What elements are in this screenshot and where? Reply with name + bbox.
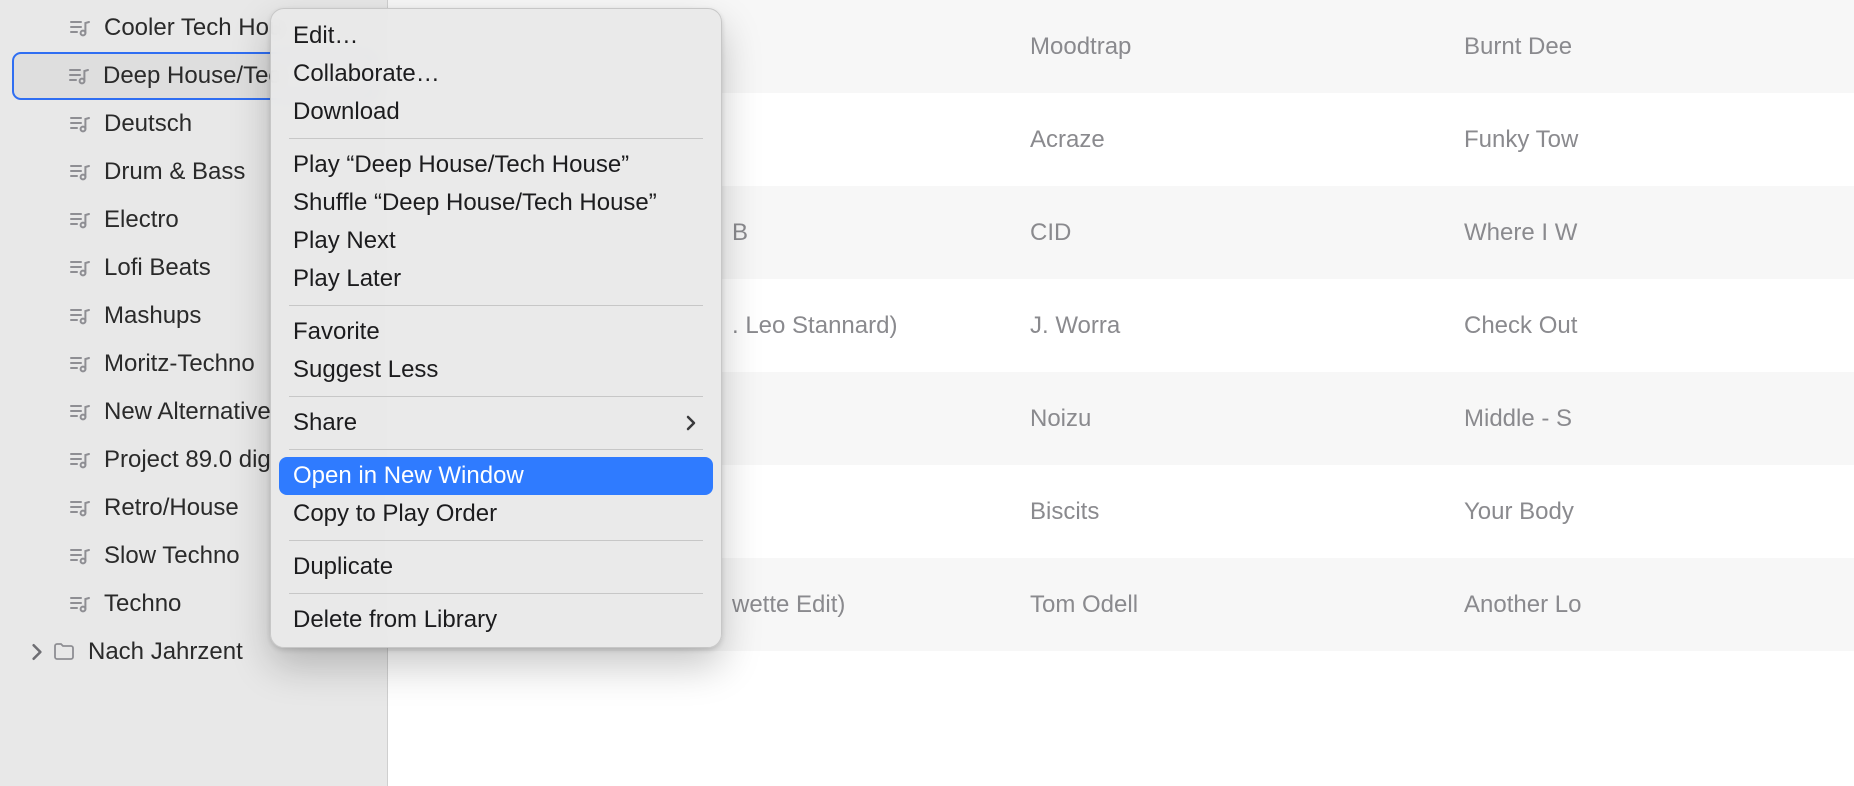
menu-item[interactable]: Play “Deep House/Tech House” [279,146,713,184]
track-album: Funky Tow [1464,126,1854,154]
playlist-icon [68,352,92,376]
playlist-icon [68,496,92,520]
track-album: Burnt Dee [1464,33,1854,61]
track-artist: CID [1030,219,1464,247]
sidebar-item-label: New Alternative [104,398,271,426]
menu-item-label: Download [293,98,400,126]
menu-separator [289,396,703,397]
menu-item-label: Play Next [293,227,396,255]
track-title-fragment: wette Edit) [732,591,1030,619]
menu-item[interactable]: Download [279,93,713,131]
menu-item[interactable]: Suggest Less [279,351,713,389]
menu-item-label: Shuffle “Deep House/Tech House” [293,189,657,217]
chevron-right-icon [683,415,699,431]
menu-item-label: Duplicate [293,553,393,581]
menu-item[interactable]: Play Next [279,222,713,260]
sidebar-item-label: Moritz-Techno [104,350,255,378]
menu-item[interactable]: Collaborate… [279,55,713,93]
menu-separator [289,138,703,139]
sidebar-item-label: Drum & Bass [104,158,245,186]
track-artist: J. Worra [1030,312,1464,340]
track-artist: Biscits [1030,498,1464,526]
menu-item-label: Delete from Library [293,606,497,634]
menu-item[interactable]: Share [279,404,713,442]
sidebar-item-label: Slow Techno [104,542,240,570]
menu-item[interactable]: Delete from Library [279,601,713,639]
menu-item[interactable]: Play Later [279,260,713,298]
track-artist: Tom Odell [1030,591,1464,619]
track-artist: Noizu [1030,405,1464,433]
sidebar-item-label: Retro/House [104,494,239,522]
playlist-icon [68,400,92,424]
menu-item-label: Play “Deep House/Tech House” [293,151,629,179]
menu-item-label: Favorite [293,318,380,346]
menu-item-label: Share [293,409,357,437]
menu-separator [289,540,703,541]
menu-item[interactable]: Open in New Window [279,457,713,495]
playlist-icon [67,64,91,88]
folder-icon [52,640,76,664]
sidebar-item-label: Mashups [104,302,201,330]
menu-separator [289,449,703,450]
menu-item-label: Play Later [293,265,401,293]
playlist-icon [68,304,92,328]
menu-separator [289,593,703,594]
track-artist: Moodtrap [1030,33,1464,61]
menu-item-label: Edit… [293,22,358,50]
menu-item[interactable]: Edit… [279,17,713,55]
track-album: Where I W [1464,219,1854,247]
track-album: Middle - S [1464,405,1854,433]
track-album: Your Body [1464,498,1854,526]
playlist-context-menu: Edit… Collaborate… Download Play “Deep Hous… [270,8,722,648]
track-album: Check Out [1464,312,1854,340]
menu-item[interactable]: Copy to Play Order [279,495,713,533]
menu-item[interactable]: Shuffle “Deep House/Tech House” [279,184,713,222]
sidebar-item-label: Lofi Beats [104,254,211,282]
playlist-icon [68,16,92,40]
playlist-icon [68,592,92,616]
sidebar-item-label: Deutsch [104,110,192,138]
menu-item[interactable]: Favorite [279,313,713,351]
playlist-icon [68,160,92,184]
sidebar-item-label: Project 89.0 dig [104,446,271,474]
sidebar-item-label: Techno [104,590,181,618]
track-artist: Acraze [1030,126,1464,154]
track-album: Another Lo [1464,591,1854,619]
menu-item-label: Collaborate… [293,60,440,88]
menu-item-label: Suggest Less [293,356,438,384]
playlist-icon [68,448,92,472]
sidebar-folder-label: Nach Jahrzent [88,638,243,666]
playlist-icon [68,544,92,568]
playlist-icon [68,208,92,232]
playlist-icon [68,112,92,136]
menu-item-label: Open in New Window [293,462,524,490]
track-title-fragment: B [732,219,1030,247]
sidebar-item-label: Electro [104,206,179,234]
track-title-fragment: . Leo Stannard) [732,312,1030,340]
playlist-icon [68,256,92,280]
menu-item-label: Copy to Play Order [293,500,497,528]
sidebar-item-label: Deep House/Tec [103,62,280,90]
chevron-right-icon [28,643,46,661]
menu-item[interactable]: Duplicate [279,548,713,586]
sidebar-item-label: Cooler Tech Hou [104,14,282,42]
menu-separator [289,305,703,306]
